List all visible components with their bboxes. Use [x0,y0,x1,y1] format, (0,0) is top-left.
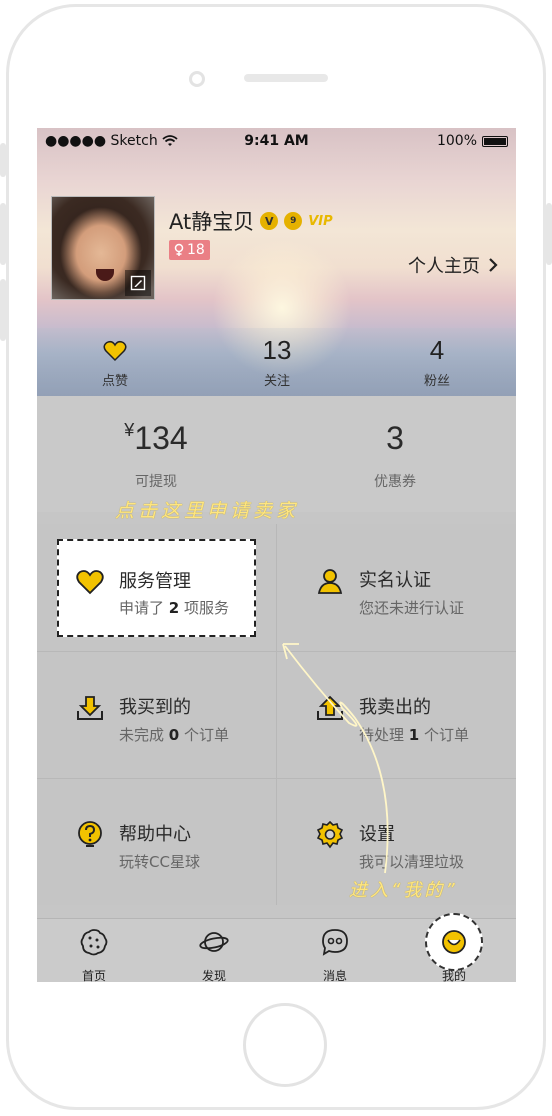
username-row: At静宝贝 V 9 VIP [169,206,333,236]
bought-sub: 未完成 0 个订单 [119,726,230,744]
menu-grid: 服务管理 申请了 2 项服务 实名认证 您还未进行认证 我买到的 未完成 0 个… [37,524,516,905]
avatar-photo-mouth [96,269,114,281]
question-bulb-icon [78,821,102,847]
speaker-grille [244,74,328,82]
tab-bar: 首页 发现 消息 我的 [37,913,516,982]
service-management-item[interactable]: 服务管理 申请了 2 项服务 [37,524,276,651]
tab-mine[interactable]: 我的 [414,913,494,982]
help-sub: 玩转CC星球 [119,853,200,871]
gender-age-badge: 18 [169,240,210,260]
battery-percent: 100% [436,133,477,149]
tab-messages[interactable]: 消息 [295,927,375,982]
coupons[interactable]: 3 优惠券 [295,420,495,491]
gear-icon [316,820,344,849]
home-button[interactable] [243,1003,327,1087]
tab-discover-label: 发现 [201,969,226,982]
help-center-item[interactable]: 帮助中心 玩转CC星球 [37,778,276,905]
smile-icon [442,930,466,954]
settings-title: 设置 [359,824,395,845]
bought-item[interactable]: 我买到的 未完成 0 个订单 [37,651,276,778]
service-management-title: 服务管理 [119,571,191,592]
coupons-label: 优惠券 [374,474,416,490]
settings-sub: 我可以清理垃圾 [359,853,465,871]
heart-icon [76,570,104,595]
edit-avatar-icon[interactable] [125,270,151,296]
following-label: 关注 [263,374,290,389]
tab-mine-label: 我的 [441,969,466,982]
withdrawable-balance[interactable]: ¥134 可提现 [56,420,256,491]
fans-count: 4 [429,335,445,365]
tab-messages-label: 消息 [322,969,347,982]
wallet-section: ¥134 可提现 3 优惠券 [37,396,516,512]
profile-header: ●●●●● Sketch 9:41 AM 100% At静宝贝 V 9 VIP … [37,128,516,396]
apply-seller-hint: 点击这里申请卖家 [115,500,300,522]
vip-badge: VIP [308,213,333,229]
sold-title: 我卖出的 [359,697,431,718]
username: At静宝贝 [169,210,255,234]
withdrawable-label: 可提现 [135,474,177,490]
chevron-right-icon [489,258,498,272]
real-name-verification-item[interactable]: 实名认证 您还未进行认证 [277,524,516,651]
planet-icon [199,932,229,952]
download-icon [77,696,103,720]
likes-stat[interactable]: 点赞 [65,334,165,389]
person-icon [317,569,343,594]
cookie-icon [80,929,108,956]
tab-home-label: 首页 [81,969,106,982]
following-stat[interactable]: 13 关注 [227,334,327,389]
volume-down-button [0,279,6,341]
heart-icon [103,340,127,362]
highlight-box[interactable]: 服务管理 申请了 2 项服务 [57,539,256,637]
withdrawable-amount: 134 [134,420,188,456]
mute-switch [0,143,6,177]
status-bar: ●●●●● Sketch 9:41 AM 100% [37,128,516,154]
personal-homepage-label: 个人主页 [408,256,480,277]
battery-icon [482,135,508,147]
bought-title: 我买到的 [119,697,191,718]
currency-symbol: ¥ [124,420,135,440]
fans-stat[interactable]: 4 粉丝 [387,334,487,389]
power-button [546,203,552,265]
verified-badge: V [260,212,279,230]
age-label: 18 [187,242,205,258]
tab-discover[interactable]: 发现 [174,927,254,982]
help-title: 帮助中心 [119,824,191,845]
upload-icon [317,695,343,720]
following-count: 13 [262,335,292,365]
tab-home[interactable]: 首页 [54,927,134,982]
sold-sub: 待处理 1 个订单 [359,726,470,744]
verification-sub: 您还未进行认证 [359,599,465,617]
front-camera [189,71,205,87]
service-management-sub: 申请了 2 项服务 [119,599,230,617]
volume-up-button [0,203,6,265]
avatar[interactable] [51,196,155,300]
female-icon [174,243,184,256]
verification-title: 实名认证 [359,570,431,591]
fans-label: 粉丝 [423,374,450,389]
app-screen: ●●●●● Sketch 9:41 AM 100% At静宝贝 V 9 VIP … [37,128,516,982]
sold-item[interactable]: 我卖出的 待处理 1 个订单 [277,651,516,778]
enter-mine-hint: 进入“我的” [349,880,458,901]
chat-icon [322,929,348,956]
personal-homepage-link[interactable]: 个人主页 [408,252,498,278]
likes-label: 点赞 [101,374,128,389]
level-badge: 9 [284,212,303,230]
coupons-count: 3 [386,420,404,456]
